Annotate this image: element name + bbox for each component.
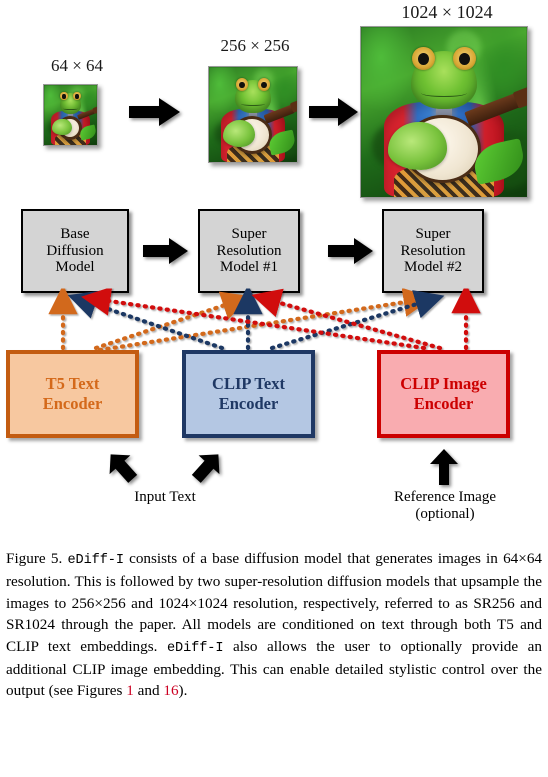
caption-segment-4: ). (178, 682, 188, 700)
arrow-input-text-to-t5-icon (107, 450, 138, 484)
clip-image-encoder-box[interactable]: CLIP Image Encoder (377, 350, 510, 438)
arrow-input-text-to-clip-text-icon (191, 450, 222, 484)
t5-text-encoder-label: T5 Text Encoder (42, 374, 103, 413)
caption-model-name-2: eDiff-I (167, 640, 224, 656)
t5-text-encoder-box[interactable]: T5 Text Encoder (6, 350, 139, 438)
caption-model-name-1: eDiff-I (67, 553, 124, 568)
clip-text-encoder-box[interactable]: CLIP Text Encoder (182, 350, 315, 438)
clip-text-encoder-label: CLIP Text Encoder (212, 374, 285, 413)
arrow-reference-image-to-clip-image-icon (429, 449, 459, 486)
caption-figure-ref-1[interactable]: 1 (126, 682, 134, 699)
reference-image-label: Reference Image (optional) (393, 489, 496, 522)
figure-caption: Figure 5. eDiff-I consists of a base dif… (6, 548, 542, 702)
input-text-label: Input Text (134, 489, 196, 505)
caption-figure-ref-2[interactable]: 16 (163, 682, 178, 699)
caption-prefix: Figure 5. (6, 550, 63, 567)
figure-diagram: 64 × 64 256 × 256 1024 × 1024 Base Diffu… (0, 0, 548, 545)
caption-segment-3: and (133, 682, 164, 700)
conditioning-connections (48, 283, 481, 353)
clip-image-encoder-label: CLIP Image Encoder (400, 374, 487, 413)
